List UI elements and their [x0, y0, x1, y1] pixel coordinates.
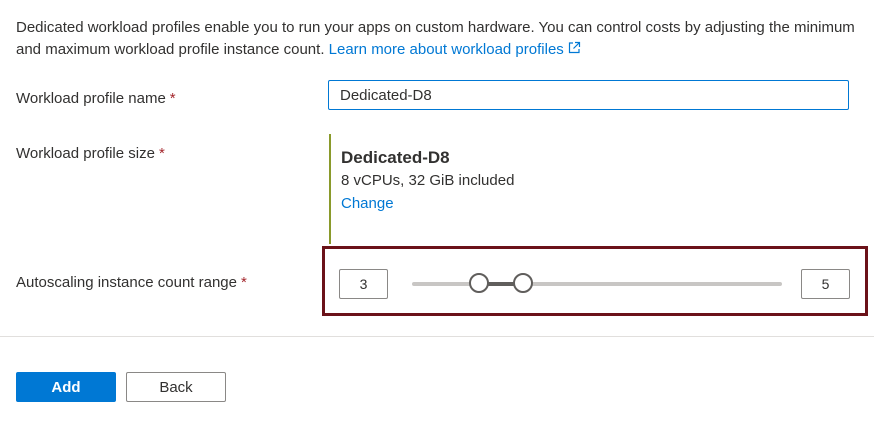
range-slider-min-thumb[interactable] [468, 273, 489, 293]
selected-size-name: Dedicated-D8 [341, 148, 450, 167]
add-button[interactable]: Add [16, 372, 116, 402]
footer-divider [0, 336, 874, 337]
max-instance-count-input[interactable]: 5 [801, 269, 850, 299]
workload-profile-name-label: Workload profile name * [16, 90, 176, 107]
selected-size-detail: 8 vCPUs, 32 GiB included [341, 172, 515, 189]
range-slider-track[interactable] [412, 282, 782, 286]
workload-profile-size-label: Workload profile size * [16, 145, 165, 162]
range-slider-max-thumb[interactable] [513, 273, 533, 293]
change-size-link[interactable]: Change [341, 193, 394, 215]
workload-profile-name-input[interactable] [328, 80, 849, 110]
selected-size-panel: Dedicated-D8 8 vCPUs, 32 GiB included Ch… [329, 134, 514, 244]
learn-more-link[interactable]: Learn more about workload profiles [329, 41, 581, 58]
workload-profile-form: Dedicated workload profiles enable you t… [0, 0, 874, 421]
required-marker: * [169, 90, 176, 107]
autoscaling-range-highlight: 3 5 [322, 246, 868, 316]
description: Dedicated workload profiles enable you t… [16, 17, 856, 61]
autoscaling-range-label: Autoscaling instance count range * [16, 274, 247, 291]
external-link-icon [568, 41, 580, 54]
min-instance-count-input[interactable]: 3 [339, 269, 388, 299]
required-marker: * [240, 274, 247, 291]
required-marker: * [158, 145, 165, 162]
back-button[interactable]: Back [126, 372, 226, 402]
